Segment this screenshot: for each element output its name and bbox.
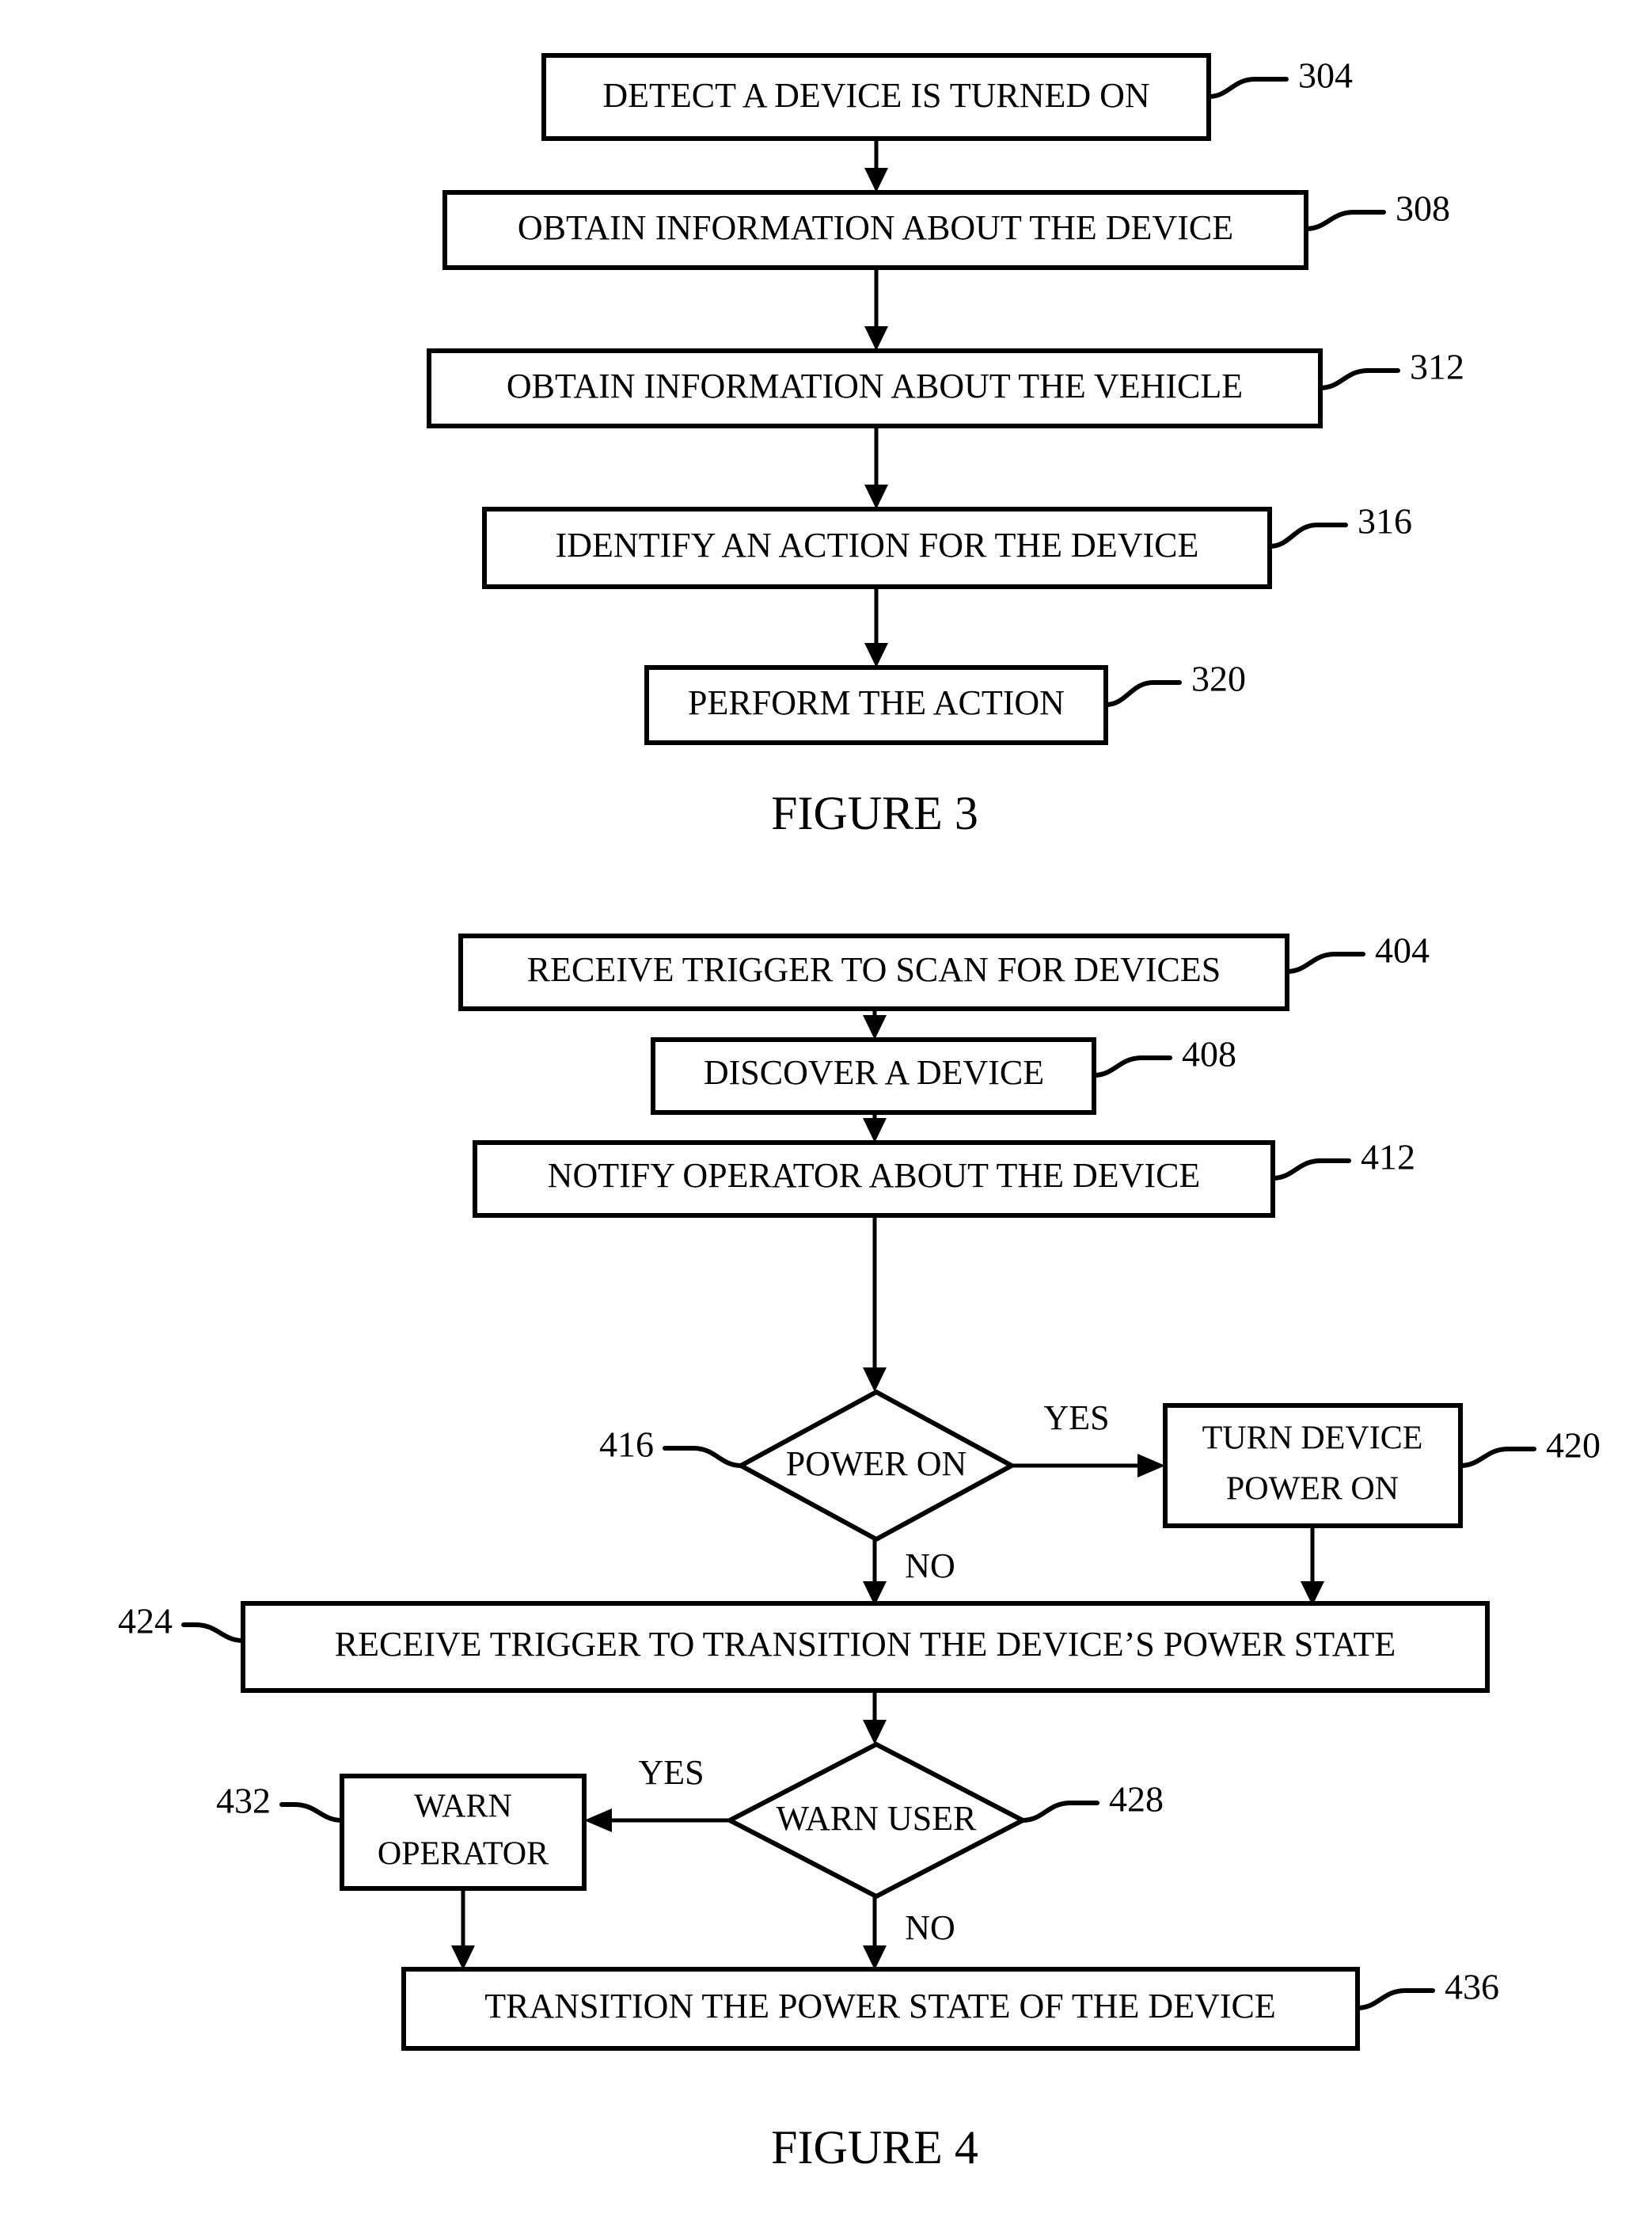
- edge-428-432: [584, 1808, 730, 1832]
- leader-312: [1318, 368, 1400, 390]
- leader-424: [181, 1622, 245, 1643]
- node-316[interactable]: IDENTIFY AN ACTION FOR THE DEVICE: [482, 507, 1272, 589]
- node-428[interactable]: WARN USER: [724, 1741, 1028, 1900]
- node-432-label-line2: OPERATOR: [378, 1836, 549, 1873]
- leader-412: [1270, 1158, 1351, 1181]
- node-424-label: RECEIVE TRIGGER TO TRANSITION THE DEVICE…: [335, 1625, 1396, 1664]
- edge-308-312: [864, 268, 888, 351]
- ref-num-432: 432: [216, 1781, 271, 1821]
- ref-num-420: 420: [1546, 1425, 1601, 1466]
- edge-412-416: [863, 1215, 887, 1392]
- leader-428: [1020, 1801, 1099, 1823]
- node-412-label: NOTIFY OPERATOR ABOUT THE DEVICE: [548, 1156, 1201, 1195]
- edge-label-yes-428: YES: [638, 1753, 704, 1792]
- edge-312-316: [864, 426, 888, 509]
- edge-316-320: [864, 587, 888, 667]
- node-312-label: OBTAIN INFORMATION ABOUT THE VEHICLE: [507, 367, 1243, 405]
- ref-num-428: 428: [1109, 1779, 1164, 1820]
- node-428-label: WARN USER: [776, 1799, 977, 1838]
- node-304-label: DETECT A DEVICE IS TURNED ON: [602, 76, 1149, 115]
- edge-420-424: [1301, 1526, 1324, 1606]
- ref-num-404: 404: [1375, 930, 1430, 971]
- ref-num-424: 424: [118, 1601, 173, 1641]
- ref-num-408: 408: [1182, 1034, 1236, 1074]
- node-416-label: POWER ON: [786, 1444, 967, 1483]
- flowchart-canvas: DETECT A DEVICE IS TURNED ON 304 OBTAIN …: [118, 53, 1601, 2173]
- edge-424-428: [863, 1690, 887, 1744]
- leader-404: [1285, 952, 1365, 974]
- edge-label-no-428: NO: [905, 1908, 955, 1947]
- figure-3-caption: FIGURE 3: [771, 787, 978, 839]
- ref-num-304: 304: [1298, 55, 1353, 96]
- edge-304-308: [864, 139, 888, 192]
- ref-num-436: 436: [1445, 1967, 1499, 2007]
- node-404-label: RECEIVE TRIGGER TO SCAN FOR DEVICES: [527, 950, 1221, 989]
- edge-408-412: [863, 1112, 887, 1143]
- node-404[interactable]: RECEIVE TRIGGER TO SCAN FOR DEVICES: [458, 934, 1289, 1011]
- node-408-label: DISCOVER A DEVICE: [704, 1053, 1044, 1092]
- leader-436: [1355, 1988, 1435, 2010]
- ref-num-412: 412: [1361, 1137, 1415, 1177]
- node-320-label: PERFORM THE ACTION: [688, 683, 1065, 722]
- node-436-label: TRANSITION THE POWER STATE OF THE DEVICE: [484, 1987, 1275, 2025]
- edge-432-436: [451, 1888, 475, 1970]
- figure-4-group: RECEIVE TRIGGER TO SCAN FOR DEVICES 404 …: [118, 930, 1601, 2173]
- node-412[interactable]: NOTIFY OPERATOR ABOUT THE DEVICE: [473, 1140, 1275, 1218]
- ref-num-320: 320: [1191, 659, 1246, 699]
- node-420-label-line1: TURN DEVICE: [1202, 1420, 1423, 1457]
- edge-404-408: [863, 1009, 887, 1040]
- node-320[interactable]: PERFORM THE ACTION: [644, 665, 1108, 745]
- edge-416-424: [863, 1539, 887, 1606]
- edge-label-yes-416: YES: [1043, 1398, 1109, 1437]
- leader-432: [279, 1802, 344, 1823]
- node-316-label: IDENTIFY AN ACTION FOR THE DEVICE: [556, 526, 1199, 565]
- figure-3-group: DETECT A DEVICE IS TURNED ON 304 OBTAIN …: [427, 53, 1464, 839]
- node-312[interactable]: OBTAIN INFORMATION ABOUT THE VEHICLE: [427, 348, 1323, 428]
- patent-drawing-sheet: DETECT A DEVICE IS TURNED ON 304 OBTAIN …: [0, 0, 1652, 2221]
- ref-num-316: 316: [1358, 501, 1412, 542]
- edge-416-420: [1012, 1454, 1165, 1477]
- node-432-label-line1: WARN: [414, 1789, 512, 1825]
- leader-304: [1206, 77, 1289, 99]
- edge-label-no-416: NO: [905, 1546, 955, 1585]
- node-436[interactable]: TRANSITION THE POWER STATE OF THE DEVICE: [401, 1967, 1360, 2051]
- leader-408: [1092, 1055, 1172, 1078]
- node-308-label: OBTAIN INFORMATION ABOUT THE DEVICE: [518, 208, 1233, 247]
- node-420-label-line2: POWER ON: [1226, 1471, 1399, 1508]
- leader-320: [1103, 680, 1182, 707]
- node-408[interactable]: DISCOVER A DEVICE: [651, 1037, 1096, 1115]
- node-416[interactable]: POWER ON: [735, 1389, 1017, 1542]
- leader-416: [663, 1446, 743, 1468]
- node-420[interactable]: TURN DEVICE POWER ON: [1163, 1403, 1463, 1528]
- leader-420: [1458, 1447, 1536, 1468]
- edge-428-436: [863, 1896, 887, 1970]
- ref-num-312: 312: [1410, 347, 1464, 387]
- node-304[interactable]: DETECT A DEVICE IS TURNED ON: [541, 53, 1211, 141]
- ref-num-308: 308: [1396, 188, 1450, 229]
- leader-316: [1267, 523, 1348, 549]
- node-432[interactable]: WARN OPERATOR: [340, 1774, 587, 1891]
- leader-308: [1304, 210, 1386, 231]
- ref-num-416: 416: [599, 1424, 654, 1465]
- node-424[interactable]: RECEIVE TRIGGER TO TRANSITION THE DEVICE…: [241, 1601, 1490, 1693]
- node-308[interactable]: OBTAIN INFORMATION ABOUT THE DEVICE: [442, 190, 1308, 270]
- figure-4-caption: FIGURE 4: [771, 2121, 978, 2173]
